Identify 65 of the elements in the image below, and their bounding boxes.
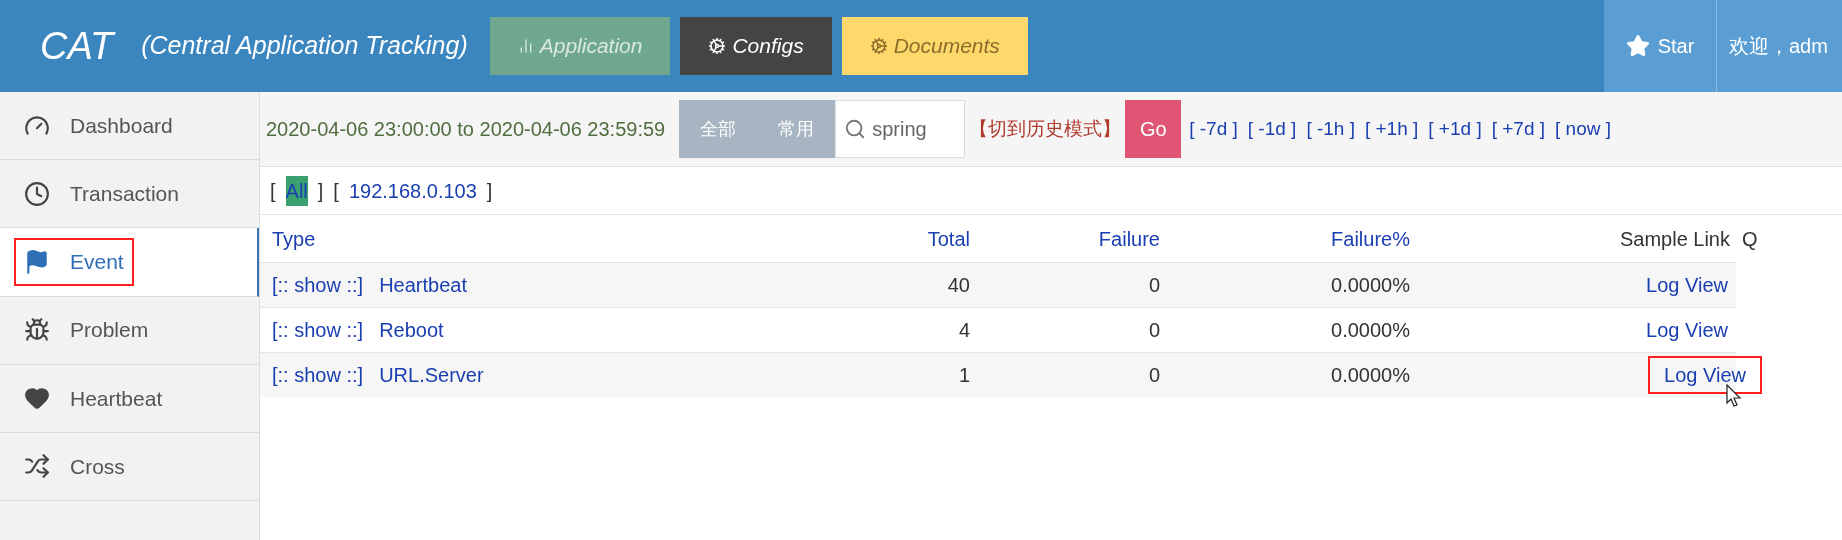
- flag-icon: [24, 248, 50, 275]
- type-link[interactable]: URL.Server: [379, 360, 484, 390]
- log-view-link[interactable]: Log View: [1648, 356, 1762, 394]
- table-cell-text: 1: [957, 363, 971, 388]
- bracket: ]: [317, 178, 324, 204]
- table-cell-text: 40: [946, 273, 971, 298]
- time-step-link[interactable]: [ +1d ]: [1428, 114, 1482, 144]
- sidebar-item[interactable]: Event: [0, 228, 259, 297]
- time-step-link[interactable]: [ -7d ]: [1189, 114, 1238, 144]
- sidebar-item[interactable]: Dashboard: [0, 92, 259, 161]
- show-link[interactable]: [:: show ::]: [272, 270, 364, 300]
- sidebar-label: Event: [70, 249, 124, 276]
- logo: CAT: [40, 23, 114, 69]
- table-cell-text: 0: [1147, 318, 1161, 343]
- clock-icon: [24, 180, 50, 207]
- subtitle: (Central Application Tracking): [141, 30, 468, 62]
- sidebar-item[interactable]: Cross: [0, 432, 259, 502]
- search-field[interactable]: spring: [835, 100, 966, 158]
- bracket: ]: [486, 178, 493, 204]
- gears-icon: [869, 37, 888, 55]
- go-button[interactable]: Go: [1125, 100, 1182, 158]
- sidebar-label: Transaction: [70, 181, 179, 207]
- table-cell-text: 0.0000%: [1330, 363, 1411, 388]
- table-cell-text: 0.0000%: [1330, 318, 1411, 343]
- column-header: Failure: [1097, 226, 1161, 252]
- time-step-link[interactable]: [ +7d ]: [1491, 114, 1546, 144]
- star-icon: [1625, 34, 1650, 58]
- welcome-text: 欢迎，adm: [1717, 0, 1842, 92]
- sidebar-label: Heartbeat: [70, 385, 163, 412]
- gears-icon: [708, 37, 727, 55]
- sidebar-label: Problem: [70, 317, 149, 344]
- column-header: Sample Link: [1618, 226, 1731, 252]
- sidebar-label: Dashboard: [70, 112, 173, 139]
- heart-icon: [24, 385, 50, 412]
- time-step-link[interactable]: [ +1h ]: [1364, 114, 1419, 144]
- time-range: 2020-04-06 23:00:00 to 2020-04-06 23:59:59: [266, 117, 666, 142]
- history-mode-link[interactable]: 【切到历史模式】: [969, 114, 1122, 144]
- table-cell-text: 0: [1147, 273, 1161, 298]
- bracket: [: [333, 178, 339, 204]
- shuffle-icon: [24, 453, 50, 480]
- log-view-link[interactable]: Log View: [1630, 266, 1744, 304]
- nav-button[interactable]: Documents: [841, 17, 1028, 75]
- table-cell-text: 4: [957, 318, 971, 343]
- type-link[interactable]: Heartbeat: [379, 270, 467, 300]
- bracket: [: [270, 178, 276, 204]
- type-link[interactable]: Reboot: [379, 315, 444, 345]
- time-step-link[interactable]: [ -1d ]: [1247, 114, 1297, 144]
- log-view-link[interactable]: Log View: [1630, 311, 1744, 349]
- table-cell-text: 0: [1147, 363, 1161, 388]
- search-icon: [844, 118, 867, 140]
- column-header: Failure%: [1330, 226, 1411, 252]
- machine-link[interactable]: 192.168.0.103: [348, 175, 477, 206]
- sidebar-item[interactable]: Problem: [0, 296, 259, 365]
- nav-button[interactable]: Configs: [680, 17, 832, 75]
- column-header: Q: [1741, 226, 1759, 252]
- column-header: Type: [271, 226, 317, 252]
- time-step-link[interactable]: [ -1h ]: [1306, 114, 1355, 144]
- bug-icon: [24, 317, 50, 344]
- show-link[interactable]: [:: show ::]: [272, 315, 364, 345]
- time-step-link[interactable]: [ now ]: [1555, 114, 1611, 144]
- sidebar-label: Cross: [70, 453, 125, 480]
- table-cell-text: 0.0000%: [1330, 273, 1411, 298]
- column-header: Total: [926, 226, 971, 252]
- sidebar-item[interactable]: Heartbeat: [0, 364, 259, 433]
- show-link[interactable]: [:: show ::]: [272, 360, 364, 390]
